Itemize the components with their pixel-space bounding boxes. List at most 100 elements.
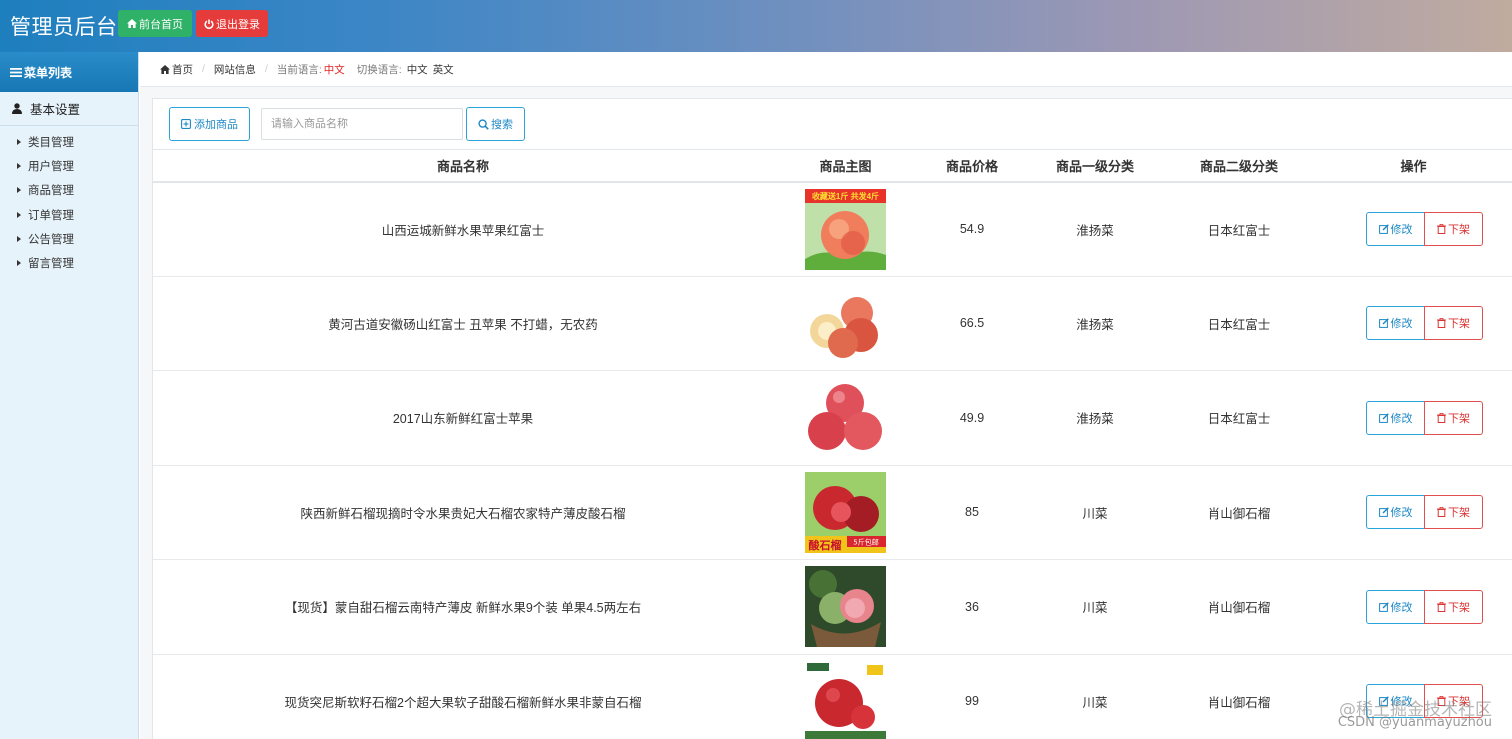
- table-row: 现货突尼斯软籽石榴2个超大果软子甜酸石榴新鲜水果非蒙自石榴 99 川菜 肖山御石…: [153, 654, 1512, 739]
- table-row: 黄河古道安徽砀山红富士 丑苹果 不打蜡，无农药 66.5 淮扬菜 日本红富士 修…: [153, 276, 1512, 371]
- actions-cell: 修改 下架: [1314, 181, 1512, 277]
- plus-square-icon: [181, 119, 191, 129]
- product-category-2: 日本红富士: [1164, 370, 1314, 466]
- basic-settings-section[interactable]: 基本设置: [0, 92, 138, 126]
- edit-button[interactable]: 修改: [1366, 400, 1425, 435]
- sidebar-item-orders[interactable]: 订单管理: [0, 203, 138, 227]
- logout-button[interactable]: 退出登录: [196, 10, 268, 37]
- power-icon: [204, 19, 214, 29]
- product-image[interactable]: [805, 566, 886, 648]
- actions-cell: 修改 下架: [1314, 370, 1512, 466]
- sidebar-item-products[interactable]: 商品管理: [0, 178, 138, 202]
- product-name: 2017山东新鲜红富士苹果: [153, 370, 773, 466]
- product-image[interactable]: [805, 377, 886, 459]
- breadcrumb-site-info[interactable]: 网站信息: [214, 62, 256, 77]
- product-name: 现货突尼斯软籽石榴2个超大果软子甜酸石榴新鲜水果非蒙自石榴: [153, 654, 773, 739]
- product-price: 99: [918, 654, 1026, 739]
- switch-to-english-link[interactable]: 英文: [433, 62, 454, 77]
- search-label: 搜索: [491, 119, 513, 131]
- sidebar: 菜单列表 基本设置 类目管理 用户管理 商品管理 订单管理 公告管理 留言管理: [0, 52, 139, 739]
- current-language-label: 当前语言:: [276, 63, 322, 76]
- toolbar: 添加商品 搜索: [153, 99, 1512, 149]
- product-search-input[interactable]: [261, 108, 463, 140]
- product-image[interactable]: 酸石榴 5斤包邮: [805, 471, 886, 553]
- actions-cell: 修改 下架: [1314, 276, 1512, 371]
- search-icon: [478, 118, 489, 130]
- edit-icon: [1378, 412, 1389, 423]
- product-table: 商品名称 商品主图 商品价格 商品一级分类 商品二级分类 操作 山西运城新鲜水果…: [153, 149, 1512, 739]
- delist-label: 下架: [1448, 224, 1470, 236]
- sidebar-item-notices[interactable]: 公告管理: [0, 227, 138, 251]
- current-language-value: 中文: [323, 63, 345, 76]
- column-header-price: 商品价格: [918, 149, 1026, 183]
- delist-button[interactable]: 下架: [1424, 212, 1483, 246]
- edit-button[interactable]: 修改: [1366, 212, 1425, 246]
- column-header-name: 商品名称: [153, 149, 773, 183]
- edit-label: 修改: [1390, 412, 1413, 425]
- trash-icon: [1437, 601, 1446, 612]
- product-category-1: 川菜: [1026, 654, 1164, 739]
- edit-button[interactable]: 修改: [1366, 306, 1425, 341]
- product-name: 山西运城新鲜水果苹果红富士: [153, 181, 773, 277]
- table-header-row: 商品名称 商品主图 商品价格 商品一级分类 商品二级分类 操作: [153, 149, 1512, 183]
- product-category-1: 川菜: [1026, 559, 1164, 655]
- edit-button[interactable]: 修改: [1366, 684, 1425, 719]
- product-category-2: 肖山御石榴: [1164, 465, 1314, 560]
- sidebar-item-messages[interactable]: 留言管理: [0, 251, 138, 275]
- sidebar-item-users[interactable]: 用户管理: [0, 154, 138, 178]
- edit-icon: [1378, 318, 1389, 329]
- caret-right-icon: [17, 187, 21, 194]
- caret-right-icon: [17, 211, 21, 218]
- delist-button[interactable]: 下架: [1424, 684, 1483, 719]
- app-title: 管理员后台: [10, 16, 118, 39]
- product-name: 【现货】蒙自甜石榴云南特产薄皮 新鲜水果9个装 单果4.5两左右: [153, 559, 773, 655]
- breadcrumb-separator: /: [202, 63, 205, 75]
- frontend-home-button[interactable]: 前台首页: [118, 10, 192, 37]
- delist-button[interactable]: 下架: [1424, 400, 1483, 435]
- product-image[interactable]: 收藏送1斤 共发4斤: [805, 188, 886, 270]
- logout-label: 退出登录: [216, 18, 260, 31]
- product-price: 54.9: [918, 181, 1026, 277]
- trash-icon: [1437, 224, 1446, 234]
- product-image[interactable]: [805, 660, 886, 739]
- svg-text:5斤包邮: 5斤包邮: [853, 537, 878, 546]
- product-image-cell: [773, 276, 918, 371]
- sidebar-item-label: 公告管理: [28, 233, 74, 246]
- product-price: 49.9: [918, 370, 1026, 466]
- sidebar-nav: 类目管理 用户管理 商品管理 订单管理 公告管理 留言管理: [0, 126, 138, 275]
- switch-language-label: 切换语言:: [356, 63, 402, 76]
- menu-list-title: 菜单列表: [24, 65, 73, 80]
- product-image[interactable]: [805, 282, 886, 364]
- edit-label: 修改: [1390, 224, 1413, 236]
- caret-right-icon: [17, 139, 21, 146]
- delist-button[interactable]: 下架: [1424, 589, 1483, 624]
- menu-list-header[interactable]: 菜单列表: [0, 52, 138, 92]
- edit-button[interactable]: 修改: [1366, 495, 1425, 530]
- edit-icon: [1378, 696, 1389, 707]
- product-category-1: 川菜: [1026, 465, 1164, 560]
- delist-label: 下架: [1448, 318, 1470, 331]
- add-product-button[interactable]: 添加商品: [169, 107, 250, 141]
- sidebar-item-label: 留言管理: [28, 258, 74, 271]
- actions-cell: 修改 下架: [1314, 654, 1512, 739]
- product-image-cell: [773, 559, 918, 655]
- basic-settings-title: 基本设置: [30, 103, 81, 117]
- product-image-cell: [773, 370, 918, 466]
- product-panel: 添加商品 搜索 商品名称 商品主图 商品价格 商品一级分类 商品二级分类 操作: [152, 98, 1512, 739]
- delist-button[interactable]: 下架: [1424, 306, 1483, 341]
- edit-button[interactable]: 修改: [1366, 589, 1425, 624]
- sidebar-item-category[interactable]: 类目管理: [0, 130, 138, 154]
- table-row: 陕西新鲜石榴现摘时令水果贵妃大石榴农家特产薄皮酸石榴 酸石榴 5斤包邮 85 川…: [153, 465, 1512, 560]
- table-row: 山西运城新鲜水果苹果红富士 收藏送1斤 共发4斤 54.9 淮扬菜 日本红富士 …: [153, 181, 1512, 277]
- delist-label: 下架: [1448, 601, 1470, 614]
- breadcrumb-home[interactable]: 首页: [172, 62, 193, 77]
- column-header-category-1: 商品一级分类: [1026, 149, 1164, 183]
- product-category-2: 肖山御石榴: [1164, 654, 1314, 739]
- search-button[interactable]: 搜索: [466, 107, 525, 141]
- product-image-cell: 收藏送1斤 共发4斤: [773, 181, 918, 277]
- delist-button[interactable]: 下架: [1424, 495, 1483, 530]
- switch-to-chinese-link[interactable]: 中文: [407, 62, 428, 77]
- caret-right-icon: [17, 163, 21, 170]
- home-icon: [160, 64, 170, 74]
- frontend-home-label: 前台首页: [139, 18, 183, 31]
